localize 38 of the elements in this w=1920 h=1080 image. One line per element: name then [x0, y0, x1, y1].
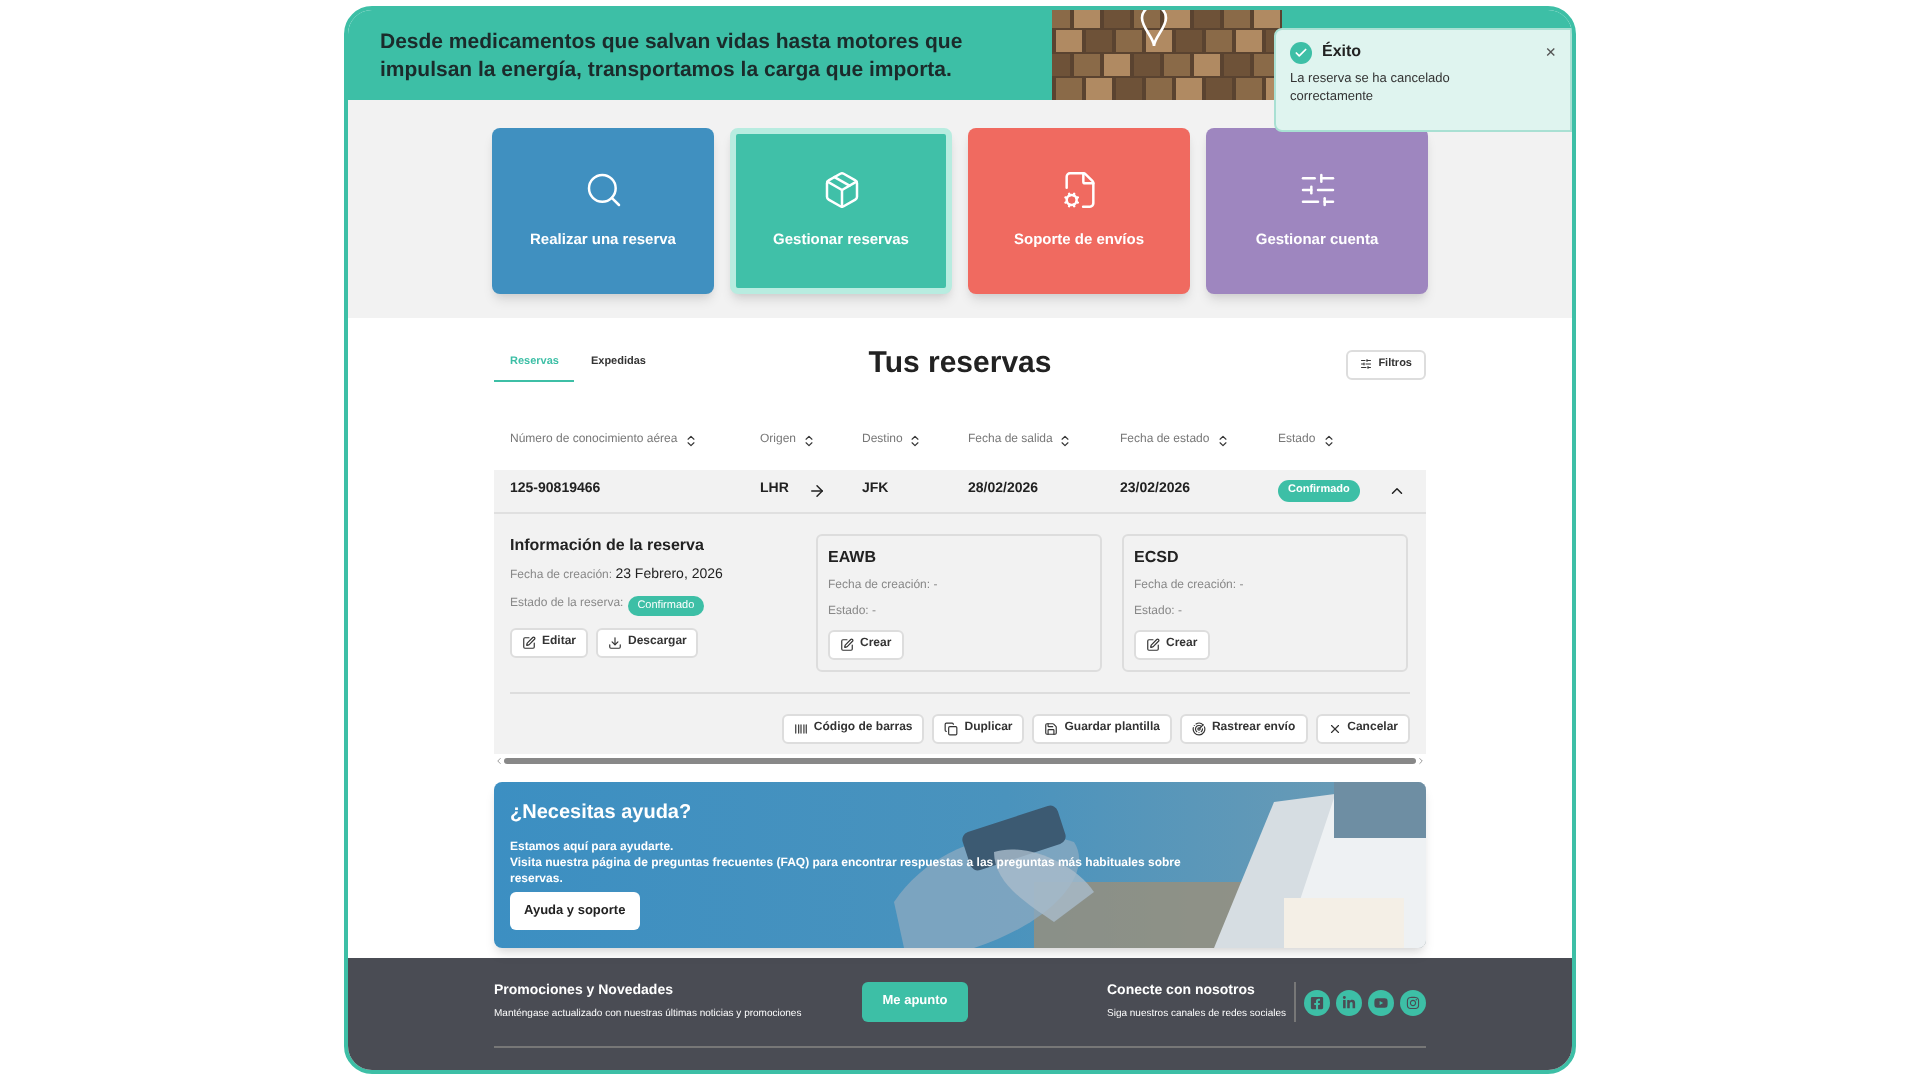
barcode-icon	[793, 722, 808, 736]
save-icon	[1044, 722, 1059, 736]
sort-icon	[1215, 433, 1230, 447]
document-title: ECSD	[1134, 546, 1181, 570]
box-icon	[821, 170, 861, 211]
edit-icon	[522, 635, 536, 650]
scroll-left-icon[interactable]	[494, 756, 504, 766]
sort-icon	[1058, 433, 1073, 447]
collapse-button[interactable]	[1388, 482, 1406, 500]
document-gear-icon	[1059, 170, 1099, 211]
scrollbar[interactable]	[504, 758, 1416, 764]
instagram-icon[interactable]	[1400, 989, 1426, 1015]
youtube-icon[interactable]	[1368, 989, 1394, 1015]
toast-title: Éxito	[1322, 40, 1362, 64]
close-button[interactable]: ×	[1545, 43, 1556, 61]
sliders-icon	[1360, 358, 1373, 370]
close-icon	[1327, 722, 1342, 736]
sort-icon	[908, 433, 923, 447]
download-icon	[608, 635, 623, 650]
edit-icon	[840, 638, 854, 652]
sliders-icon	[1297, 170, 1337, 211]
sort-icon	[802, 433, 817, 447]
copy-icon	[944, 722, 959, 736]
search-icon	[583, 170, 623, 211]
radar-icon	[1191, 722, 1206, 736]
scroll-right-icon[interactable]	[1416, 756, 1426, 766]
linkedin-icon[interactable]	[1336, 989, 1362, 1015]
sort-icon	[683, 433, 698, 447]
arrow-icon	[808, 482, 827, 500]
facebook-icon[interactable]	[1304, 989, 1330, 1015]
edit-icon	[1146, 638, 1160, 652]
check-icon	[1290, 41, 1312, 63]
document-title: EAWB	[828, 546, 878, 570]
page-title: Tus reservas	[866, 343, 1054, 384]
banner-text: Desde medicamentos que salvan vidas hasta motores que impulsan la energía, transportamos la carga que importa.	[378, 27, 965, 83]
sort-icon	[1321, 433, 1336, 447]
help-title: ¿Necesitas ayuda?	[510, 800, 694, 828]
section-title: Información de la reserva	[510, 534, 706, 558]
